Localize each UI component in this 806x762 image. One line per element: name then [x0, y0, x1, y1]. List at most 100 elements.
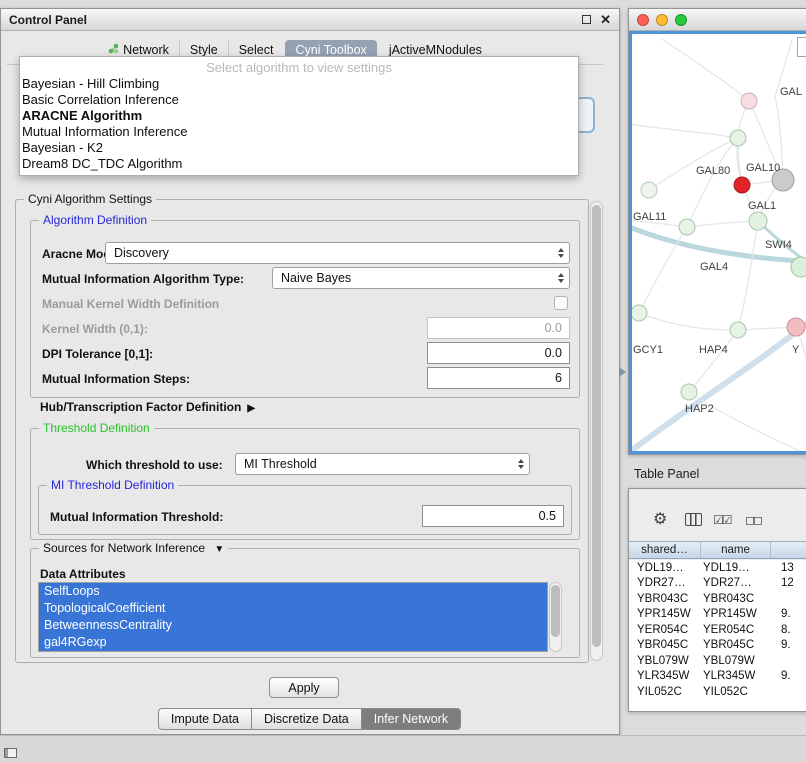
table-row[interactable]: YBL079WYBL079W	[629, 653, 806, 669]
scrollbar-thumb[interactable]	[592, 205, 601, 647]
select-all-icon[interactable]: ☑☑	[713, 513, 731, 527]
node-label-hap2: HAP2	[685, 403, 714, 415]
network-edge	[662, 39, 749, 101]
table-row[interactable]: YBR043CYBR043C	[629, 591, 806, 607]
mi-steps-label: Mutual Information Steps:	[42, 372, 190, 386]
manual-kernel-width-checkbox[interactable]	[554, 296, 568, 310]
algorithm-option-basic-correlation-inference[interactable]: Basic Correlation Inference	[20, 92, 578, 108]
column-header-name[interactable]: name	[701, 542, 771, 558]
titlebar-icons: ✕	[582, 15, 611, 25]
panel-splitter-arrow[interactable]	[619, 367, 626, 377]
algorithm-option-bayesian-hill-climbing[interactable]: Bayesian - Hill Climbing	[20, 76, 578, 92]
attribute-item-betweennesscentrality[interactable]: BetweennessCentrality	[39, 617, 547, 634]
control-panel-title: Control Panel	[9, 13, 87, 27]
tab-label: Select	[239, 43, 274, 57]
table-row[interactable]: YBR045CYBR045C9.	[629, 638, 806, 654]
deselect-all-icon[interactable]: ◻◻	[745, 513, 761, 527]
algorithm-definition-title: Algorithm Definition	[39, 213, 151, 227]
column-header-clipped[interactable]	[771, 542, 806, 558]
float-window-icon[interactable]	[582, 15, 591, 24]
table-cell: 9.	[771, 608, 806, 620]
algorithm-list: Bayesian - Hill ClimbingBasic Correlatio…	[20, 76, 578, 172]
mi-algorithm-type-select[interactable]: Naive Bayes	[272, 267, 570, 289]
network-node[interactable]	[749, 212, 767, 230]
bottom-tab-discretize-data[interactable]: Discretize Data	[251, 708, 362, 730]
bottom-tabs: Impute DataDiscretize DataInfer Network	[1, 708, 619, 730]
tab-label: Style	[190, 43, 218, 57]
table-cell: YER054C	[701, 624, 771, 636]
network-node[interactable]	[787, 318, 805, 336]
table-row[interactable]: YER054CYER054C8.	[629, 622, 806, 638]
cyni-algorithm-settings-group: Cyni Algorithm Settings Algorithm Defini…	[15, 199, 589, 663]
network-node[interactable]	[791, 257, 806, 277]
table-row[interactable]: YDR27…YDR27…12	[629, 576, 806, 592]
network-scrollbar[interactable]	[797, 37, 806, 57]
settings-scrollbar[interactable]	[590, 201, 603, 661]
column-chooser-icon[interactable]	[685, 513, 702, 526]
scrollbar-thumb[interactable]	[551, 585, 560, 637]
table-cell: 9.	[771, 639, 806, 651]
tab-label: Network	[123, 43, 169, 57]
algorithm-option-bayesian-k2[interactable]: Bayesian - K2	[20, 140, 578, 156]
which-threshold-value: MI Threshold	[244, 457, 317, 471]
network-node[interactable]	[641, 182, 657, 198]
network-node[interactable]	[741, 93, 757, 109]
algorithm-option-mutual-information-inference[interactable]: Mutual Information Inference	[20, 124, 578, 140]
bottom-tab-infer-network[interactable]: Infer Network	[361, 708, 461, 730]
table-row[interactable]: YIL052CYIL052C	[629, 684, 806, 700]
table-cell: YLR345W	[629, 670, 701, 682]
network-node[interactable]	[632, 305, 647, 321]
zoom-traffic-light-icon[interactable]	[675, 14, 687, 26]
network-node[interactable]	[730, 322, 746, 338]
sources-section-toggle[interactable]: Sources for Network Inference ▼	[39, 541, 228, 555]
hub-section-toggle[interactable]: Hub/Transcription Factor Definition▶	[40, 400, 255, 414]
collapse-down-icon: ▼	[214, 544, 224, 555]
table-settings-gear-icon[interactable]: ⚙	[653, 509, 667, 529]
apply-button[interactable]: Apply	[269, 677, 339, 698]
table-cell: 12	[771, 577, 806, 589]
network-node[interactable]	[679, 219, 695, 235]
table-cell: YDL19…	[629, 562, 701, 574]
close-traffic-light-icon[interactable]	[637, 14, 649, 26]
table-row[interactable]: YDL19…YDL19…13	[629, 560, 806, 576]
expand-right-icon: ▶	[247, 403, 255, 414]
aracne-mode-select[interactable]: Discovery	[105, 242, 570, 264]
attribute-item-gal4rgexp[interactable]: gal4RGexp	[39, 634, 547, 651]
mi-threshold-field[interactable]: 0.5	[422, 505, 564, 527]
table-cell: YDL19…	[701, 562, 771, 574]
minimize-traffic-light-icon[interactable]	[656, 14, 668, 26]
data-attributes-list[interactable]: SelfLoopsTopologicalCoefficientBetweenne…	[38, 582, 548, 652]
network-node[interactable]	[681, 384, 697, 400]
close-icon[interactable]: ✕	[600, 15, 611, 25]
table-row[interactable]: YPR145WYPR145W9.	[629, 607, 806, 623]
table-cell: YPR145W	[629, 608, 701, 620]
column-header-shared-name[interactable]: shared…	[629, 542, 701, 558]
algorithm-option-aracne-algorithm[interactable]: ARACNE Algorithm	[20, 108, 578, 124]
table-cell: YBR043C	[629, 593, 701, 605]
algorithm-dropdown: Select algorithm to view settings Bayesi…	[19, 56, 579, 176]
attribute-item-selfloops[interactable]: SelfLoops	[39, 583, 547, 600]
network-node[interactable]	[730, 130, 746, 146]
table-cell: YBL079W	[701, 655, 771, 667]
mi-steps-field[interactable]: 6	[427, 367, 570, 389]
kernel-width-field[interactable]: 0.0	[427, 317, 570, 339]
which-threshold-select[interactable]: MI Threshold	[235, 453, 530, 475]
show-panel-icon[interactable]	[4, 748, 17, 758]
algorithm-option-dream8-dc-tdc-algorithm[interactable]: Dream8 DC_TDC Algorithm	[20, 156, 578, 172]
control-panel-titlebar[interactable]: Control Panel ✕	[1, 9, 619, 31]
network-canvas[interactable]: GALGAL80GAL10GAL11GAL1SWI4GAL4GCY1HAP4YH…	[629, 31, 806, 454]
attributes-scrollbar[interactable]	[549, 582, 562, 652]
attribute-item-topologicalcoefficient[interactable]: TopologicalCoefficient	[39, 600, 547, 617]
table-cell: YBR043C	[701, 593, 771, 605]
network-edge	[639, 313, 738, 330]
dpi-tolerance-field[interactable]: 0.0	[427, 342, 570, 364]
node-label-hap4: HAP4	[699, 344, 728, 356]
traffic-lights	[637, 14, 687, 26]
network-window-titlebar[interactable]	[629, 9, 806, 31]
node-label-gal: GAL	[780, 86, 802, 98]
network-node[interactable]	[734, 177, 750, 193]
bottom-tab-impute-data[interactable]: Impute Data	[158, 708, 252, 730]
network-edge	[687, 221, 758, 227]
table-row[interactable]: YLR345WYLR345W9.	[629, 669, 806, 685]
network-canvas-svg[interactable]: GALGAL80GAL10GAL11GAL1SWI4GAL4GCY1HAP4YH…	[632, 34, 806, 452]
